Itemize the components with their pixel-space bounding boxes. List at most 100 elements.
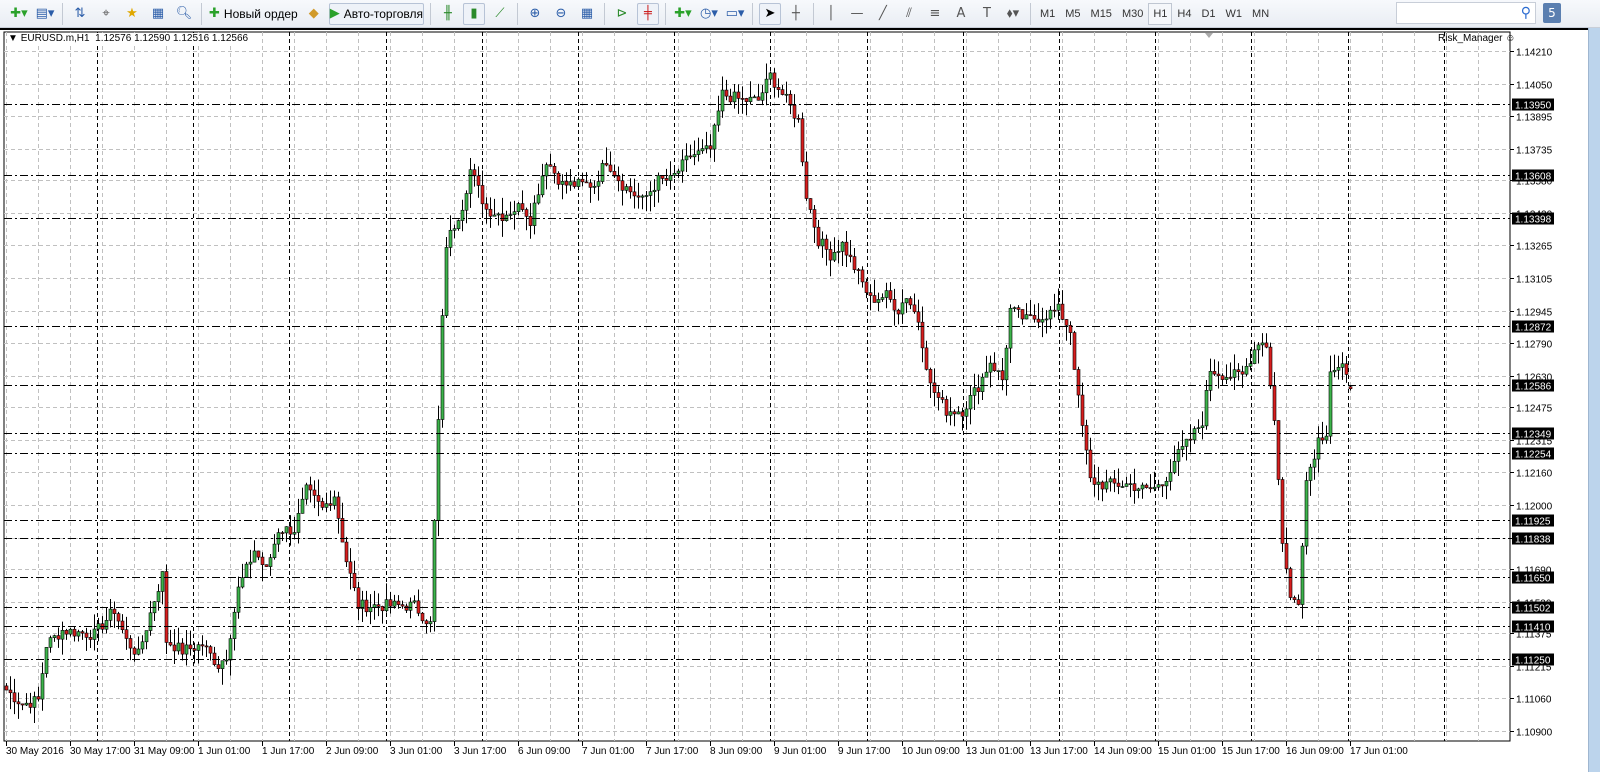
candle-body [1196, 427, 1201, 429]
candle-body [736, 91, 741, 99]
candle-body [608, 164, 613, 172]
candle-body [844, 241, 849, 256]
candle-body [804, 161, 809, 199]
candle-body [1216, 373, 1221, 376]
candle-body [432, 520, 437, 622]
candle-body [1080, 394, 1085, 426]
candle-body [180, 642, 185, 655]
candle-body [1344, 363, 1349, 375]
candle-body [1272, 385, 1277, 421]
price-chart[interactable]: 1.142101.140501.138951.137351.135801.134… [0, 0, 1588, 772]
candle-body [224, 659, 229, 662]
level-price-label: 1.11925 [1515, 517, 1551, 528]
candle-body [752, 96, 757, 99]
candle-body [1100, 481, 1105, 490]
candle-body [332, 496, 337, 506]
candle-body [136, 648, 141, 655]
y-tick-label: 1.14050 [1516, 81, 1553, 92]
candle-body [816, 226, 821, 247]
candle-body [64, 630, 69, 635]
candle-body [484, 203, 489, 210]
candle-body [468, 169, 473, 194]
candle-body [1240, 371, 1245, 375]
candle-body [244, 563, 249, 578]
candle-body [568, 181, 573, 186]
candle-body [644, 195, 649, 197]
candle-body [864, 281, 869, 293]
candle-body [696, 150, 701, 155]
candle-body [572, 181, 577, 187]
candle-body [928, 369, 933, 384]
x-tick-label: 14 Jun 09:00 [1094, 746, 1152, 757]
candle-body [264, 564, 269, 567]
candle-body [988, 362, 993, 373]
candle-body [1084, 425, 1089, 451]
candle-body [456, 220, 461, 229]
candle-body [28, 702, 33, 708]
candle-body [352, 572, 357, 588]
candle-body [300, 498, 305, 514]
candle-body [1188, 438, 1193, 441]
candle-body [520, 203, 525, 210]
scrollbar[interactable] [1588, 28, 1600, 772]
candle-body [500, 213, 505, 222]
x-tick-label: 15 Jun 17:00 [1222, 746, 1280, 757]
candle-body [148, 612, 153, 631]
candle-body [48, 637, 53, 648]
candle-body [160, 571, 165, 592]
candle-body [724, 89, 729, 97]
candle-body [980, 376, 985, 392]
candle-body [776, 87, 781, 90]
candle-body [316, 495, 321, 502]
x-tick-label: 13 Jun 17:00 [1030, 746, 1088, 757]
x-tick-label: 6 Jun 09:00 [518, 746, 571, 757]
candle-body [700, 148, 705, 152]
candle-body [1008, 307, 1013, 349]
candle-body [1228, 377, 1233, 379]
candle-body [1236, 369, 1241, 373]
candle-body [492, 214, 497, 217]
y-tick-label: 1.12000 [1516, 502, 1553, 513]
candle-body [740, 98, 745, 100]
candle-body [688, 155, 693, 158]
candle-body [744, 98, 749, 102]
candle-body [708, 145, 713, 150]
candle-body [140, 641, 145, 650]
candle-body [512, 211, 517, 215]
candle-body [764, 78, 769, 94]
candle-body [604, 163, 609, 166]
candle-body [868, 292, 873, 296]
candle-body [1056, 303, 1061, 311]
candle-body [1308, 466, 1313, 481]
expert-advisor-label[interactable]: Risk_Manager ☺ [1438, 33, 1515, 44]
level-price-label: 1.13950 [1515, 101, 1552, 112]
candle-body [1124, 483, 1129, 487]
candle-body [156, 591, 161, 602]
candle-body [912, 304, 917, 313]
candle-body [996, 370, 1001, 372]
candle-body [1276, 420, 1281, 480]
candle-body [172, 644, 177, 652]
candle-body [124, 629, 129, 639]
candle-body [808, 198, 813, 210]
y-tick-label: 1.13105 [1516, 275, 1553, 286]
candle-body [200, 644, 205, 647]
candle-body [292, 532, 297, 535]
candle-body [1172, 461, 1177, 473]
candle-body [1052, 309, 1057, 312]
candle-body [1120, 486, 1125, 488]
candle-body [1152, 486, 1157, 490]
level-price-label: 1.13608 [1515, 172, 1552, 183]
candle-body [488, 208, 493, 217]
candle-body [540, 175, 545, 196]
candle-body [448, 229, 453, 248]
candle-body [664, 178, 669, 181]
symbol-info[interactable]: ▼ EURUSD.m,H1 1.12576 1.12590 1.12516 1.… [8, 33, 249, 44]
candle-body [20, 703, 25, 706]
candle-body [796, 117, 801, 120]
x-tick-label: 30 May 2016 [6, 746, 64, 757]
candle-body [516, 203, 521, 213]
candle-body [1116, 482, 1121, 487]
candle-body [220, 660, 225, 669]
candle-body [400, 604, 405, 607]
